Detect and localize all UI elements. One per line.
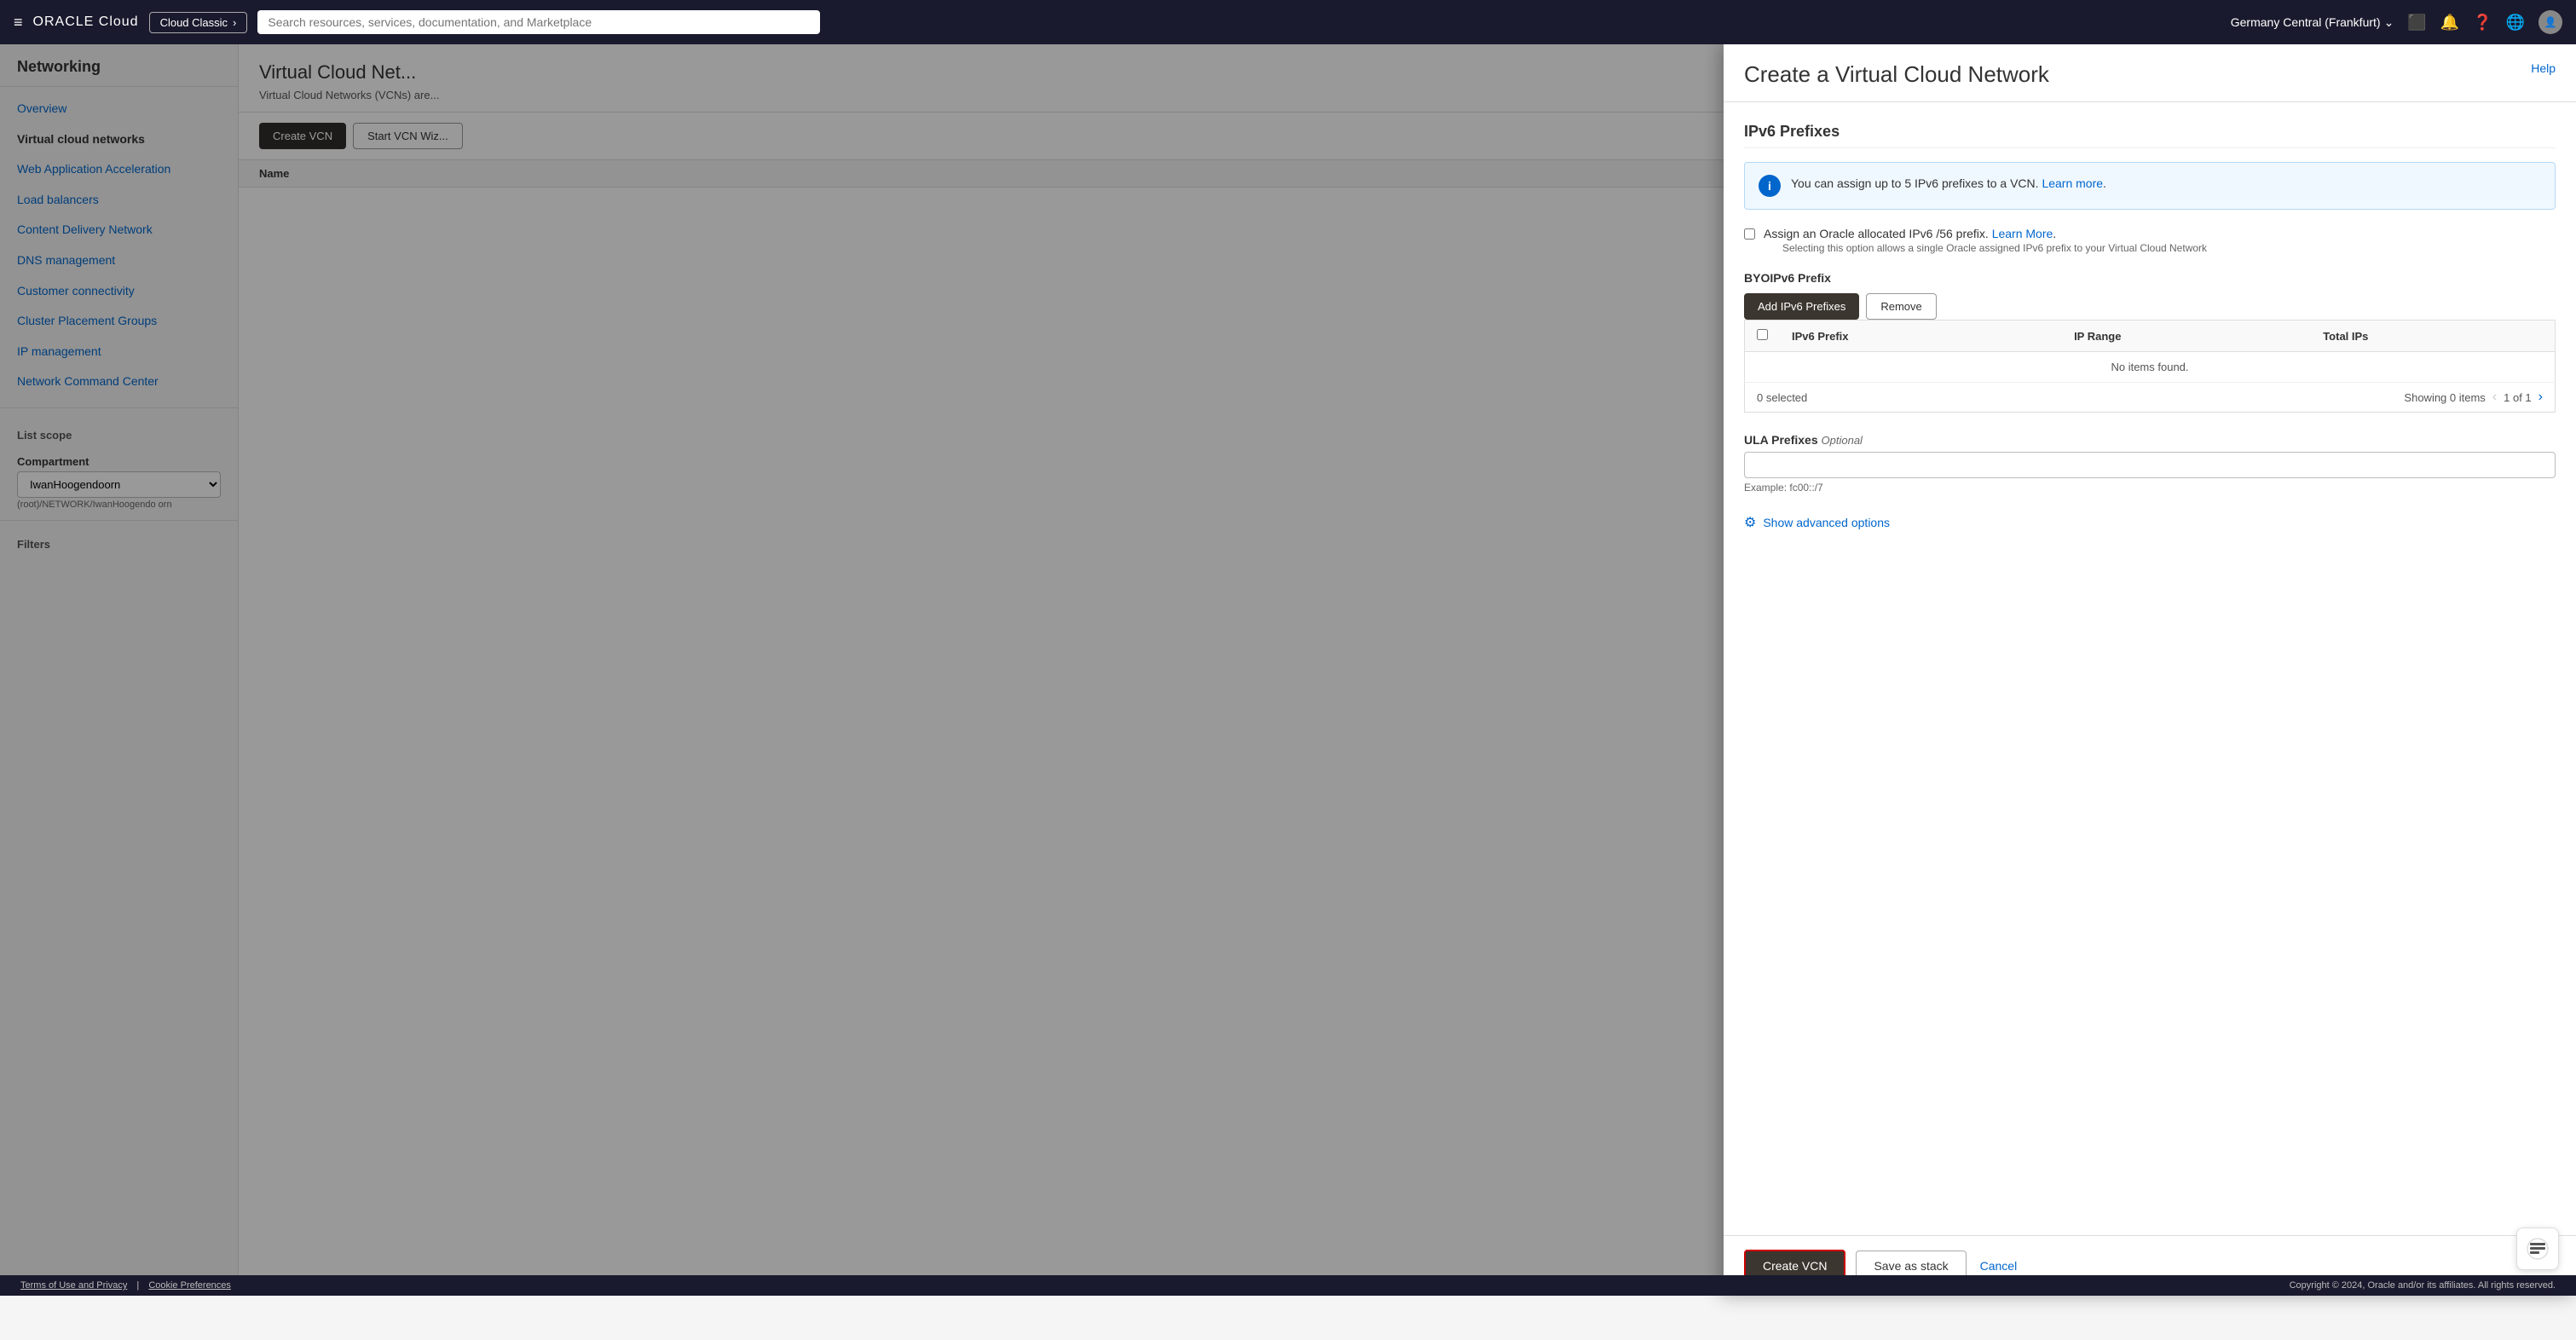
learn-more-link[interactable]: Learn more xyxy=(2042,176,2103,190)
byoipv6-actions: Add IPv6 Prefixes Remove xyxy=(1744,293,2556,320)
oracle-logo: ORACLE Cloud xyxy=(33,14,139,30)
table-footer: 0 selected Showing 0 items ‹ 1 of 1 › xyxy=(1744,383,2556,413)
oracle-ipv6-checkbox[interactable] xyxy=(1744,228,1755,240)
ula-optional-tag: Optional xyxy=(1822,434,1863,447)
top-navigation: ≡ ORACLE Cloud Cloud Classic › Germany C… xyxy=(0,0,2576,44)
create-vcn-modal: Create a Virtual Cloud Network Help IPv6… xyxy=(1724,44,2576,1296)
ipv6-section-heading: IPv6 Prefixes xyxy=(1744,123,2556,148)
ipv6-prefix-col-header: IPv6 Prefix xyxy=(1780,321,2062,352)
no-items-row: No items found. xyxy=(1745,352,2556,383)
help-icon[interactable]: ❓ xyxy=(2473,14,2492,32)
selected-count: 0 selected xyxy=(1757,391,1807,404)
oracle-ipv6-checkbox-label: Assign an Oracle allocated IPv6 /56 pref… xyxy=(1764,227,2207,240)
globe-icon[interactable]: 🌐 xyxy=(2506,14,2525,32)
ipv6-info-box: i You can assign up to 5 IPv6 prefixes t… xyxy=(1744,162,2556,210)
footer-links: Terms of Use and Privacy | Cookie Prefer… xyxy=(20,1280,231,1291)
ip-range-col-header: IP Range xyxy=(2062,321,2311,352)
oracle-ipv6-checkbox-subtitle: Selecting this option allows a single Or… xyxy=(1764,242,2207,254)
prev-page-icon[interactable]: ‹ xyxy=(2492,390,2497,405)
remove-button[interactable]: Remove xyxy=(1866,293,1936,320)
page-footer: Terms of Use and Privacy | Cookie Prefer… xyxy=(0,1275,2576,1296)
select-all-col xyxy=(1745,321,1781,352)
modal-overlay: Create a Virtual Cloud Network Help IPv6… xyxy=(0,44,2576,1296)
oracle-ipv6-checkbox-content: Assign an Oracle allocated IPv6 /56 pref… xyxy=(1764,227,2207,254)
showing-label: Showing 0 items xyxy=(2404,391,2485,404)
bell-icon[interactable]: 🔔 xyxy=(2440,14,2459,32)
byoipv6-label: BYOIPv6 Prefix xyxy=(1744,271,2556,285)
next-page-icon[interactable]: › xyxy=(2538,390,2543,405)
cookie-link[interactable]: Cookie Preferences xyxy=(148,1280,231,1291)
terms-link[interactable]: Terms of Use and Privacy xyxy=(20,1280,127,1291)
ula-section: ULA Prefixes Optional Example: fc00::/7 xyxy=(1744,433,2556,494)
nav-right-section: Germany Central (Frankfurt) ⌄ ⬛ 🔔 ❓ 🌐 👤 xyxy=(2231,10,2562,34)
modal-title: Create a Virtual Cloud Network xyxy=(1744,61,2049,88)
oracle-ipv6-learn-more-link[interactable]: Learn More xyxy=(1992,227,2053,240)
cloud-classic-button[interactable]: Cloud Classic › xyxy=(149,12,248,33)
ula-prefixes-input[interactable] xyxy=(1744,452,2556,478)
hamburger-menu-icon[interactable]: ≡ xyxy=(14,14,23,32)
total-ips-col-header: Total IPs xyxy=(2311,321,2555,352)
user-avatar[interactable]: 👤 xyxy=(2538,10,2562,34)
footer-copyright: Copyright © 2024, Oracle and/or its affi… xyxy=(2290,1280,2556,1291)
modal-help-link[interactable]: Help xyxy=(2531,61,2556,75)
region-selector[interactable]: Germany Central (Frankfurt) ⌄ xyxy=(2231,15,2394,30)
select-all-checkbox[interactable] xyxy=(1757,329,1768,340)
terminal-icon[interactable]: ⬛ xyxy=(2407,14,2426,32)
page-label: 1 of 1 xyxy=(2504,391,2532,404)
sliders-icon: ⚙ xyxy=(1744,514,1756,531)
modal-body[interactable]: IPv6 Prefixes i You can assign up to 5 I… xyxy=(1724,102,2576,1235)
search-input[interactable] xyxy=(257,10,820,34)
ipv6-prefix-table: IPv6 Prefix IP Range Total IPs No items … xyxy=(1744,320,2556,383)
ula-prefixes-label: ULA Prefixes Optional xyxy=(1744,433,2556,447)
no-items-text: No items found. xyxy=(1745,352,2556,383)
modal-header: Create a Virtual Cloud Network Help xyxy=(1724,44,2576,102)
support-widget[interactable] xyxy=(2516,1227,2559,1270)
info-text: You can assign up to 5 IPv6 prefixes to … xyxy=(1791,175,2106,193)
advanced-options-section: ⚙ Show advanced options xyxy=(1744,514,2556,531)
ula-example-text: Example: fc00::/7 xyxy=(1744,482,2556,494)
show-advanced-options-link[interactable]: ⚙ Show advanced options xyxy=(1744,514,2556,531)
info-icon: i xyxy=(1759,175,1781,197)
pagination: Showing 0 items ‹ 1 of 1 › xyxy=(2404,390,2543,405)
oracle-ipv6-checkbox-row: Assign an Oracle allocated IPv6 /56 pref… xyxy=(1744,227,2556,254)
add-ipv6-prefixes-button[interactable]: Add IPv6 Prefixes xyxy=(1744,293,1859,320)
